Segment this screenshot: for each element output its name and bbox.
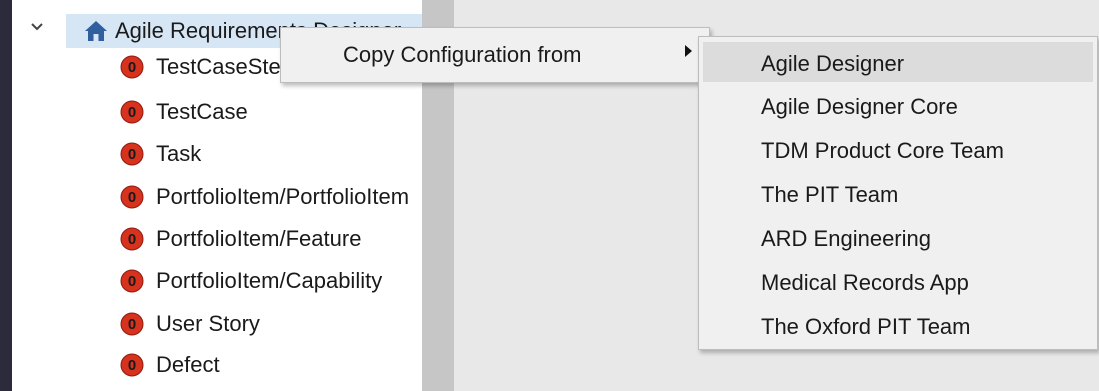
tree-item-label: TestCase [156,99,248,124]
tree-item-label: PortfolioItem/PortfolioItem [156,184,410,209]
tree-item[interactable]: 0 PortfolioItem/Feature [12,220,422,258]
tree-item-label: TestCaseStep [156,54,293,79]
submenu-item-the-pit-team[interactable]: The PIT Team [703,173,1093,213]
copy-configuration-menu-item[interactable]: Copy Configuration from [281,28,709,82]
submenu-item-label: TDM Product Core Team [761,138,1004,163]
tree-item-label: User Story [156,311,260,336]
submenu-arrow-icon [685,45,692,57]
error-badge-icon: 0 [120,100,144,124]
submenu-item-tdm-product-core-team[interactable]: TDM Product Core Team [703,129,1093,169]
error-badge-icon: 0 [120,55,144,79]
tree-item-label: Defect [156,352,220,377]
tree-item[interactable]: 0 PortfolioItem/PortfolioItem [12,178,422,216]
chevron-down-icon[interactable] [30,20,44,34]
submenu-item-label: Agile Designer Core [761,94,958,119]
submenu-item-agile-designer[interactable]: Agile Designer [703,42,1093,82]
submenu-item-label: ARD Engineering [761,226,931,251]
tree-item[interactable]: 0 TestCase [12,93,422,131]
tree-item[interactable]: 0 Task [12,135,422,173]
svg-text:0: 0 [128,231,136,248]
tree-item-label: Task [156,141,202,166]
svg-text:0: 0 [128,146,136,163]
error-badge-icon: 0 [120,227,144,251]
submenu-item-the-oxford-pit-team[interactable]: The Oxford PIT Team [703,305,1093,345]
submenu-item-label: Medical Records App [761,270,969,295]
submenu-item-label: The Oxford PIT Team [761,314,971,339]
context-menu: Copy Configuration from [280,27,710,83]
submenu-item-label: Agile Designer [761,51,905,76]
tree-item-label: PortfolioItem/Feature [156,226,362,251]
tree-item[interactable]: 0 Defect [12,346,422,384]
error-badge-icon: 0 [120,312,144,336]
error-badge-icon: 0 [120,353,144,377]
error-badge-icon: 0 [120,269,144,293]
error-badge-icon: 0 [120,142,144,166]
menu-item-label: Copy Configuration from [343,42,582,67]
submenu-item-medical-records-app[interactable]: Medical Records App [703,261,1093,301]
svg-text:0: 0 [128,273,136,290]
home-icon [85,21,107,41]
copy-configuration-submenu: Agile Designer Agile Designer Core TDM P… [698,36,1098,350]
error-badge-icon: 0 [120,185,144,209]
tree-item-label: PortfolioItem/Capability [156,268,383,293]
svg-text:0: 0 [128,59,136,76]
svg-text:0: 0 [128,189,136,206]
tree-item[interactable]: 0 PortfolioItem/Capability [12,262,422,300]
tree-item[interactable]: 0 User Story [12,305,422,343]
svg-text:0: 0 [128,104,136,121]
submenu-item-ard-engineering[interactable]: ARD Engineering [703,217,1093,257]
svg-text:0: 0 [128,357,136,374]
submenu-item-agile-designer-core[interactable]: Agile Designer Core [703,85,1093,125]
svg-text:0: 0 [128,316,136,333]
submenu-item-label: The PIT Team [761,182,899,207]
